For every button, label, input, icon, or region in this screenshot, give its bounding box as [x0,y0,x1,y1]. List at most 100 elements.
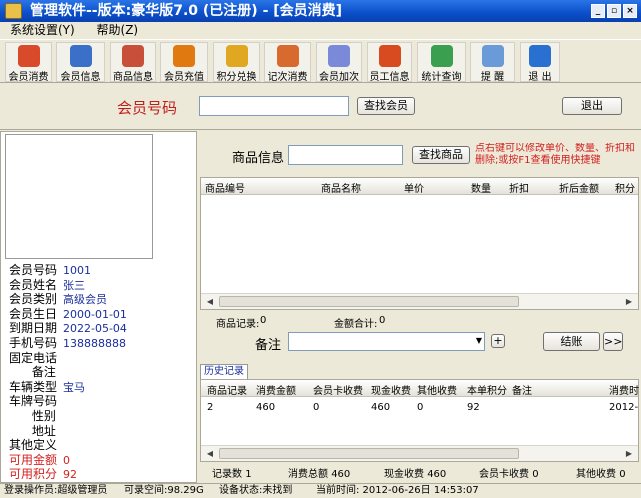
history-summary-item: 会员卡收费 0 [479,465,539,480]
history-col-header: 其他收费 [417,386,457,397]
scroll-thumb[interactable] [219,296,519,307]
history-col-header: 消费金额 [256,386,296,397]
consumption-panel: 商品信息 查找商品 点右键可以修改单价、数量、折扣和删除;或按F1查看使用快捷键… [198,131,641,483]
remark-select[interactable]: ▼ [288,332,485,351]
product-records-value: 0 [260,315,267,326]
table-cell: 92 [467,402,480,413]
minimize-button[interactable]: _ [591,4,605,18]
chart-icon [430,45,453,67]
scroll-thumb[interactable] [219,448,519,459]
status-time: 当前时间: 2012-06-26日 14:53:07 [316,485,479,496]
table-cell: 2012- [609,402,639,413]
exit-button[interactable]: 退出 [562,97,622,115]
toolbar-grid-button[interactable]: 商品信息 [110,42,156,83]
toolbar-label: 提 醒 [480,72,505,83]
toolbar: 会员消费 会员信息 商品信息 会员充值 积分兑换 记次消费 会员加次 员工信息 统计查询 提 醒 退… [0,39,641,83]
add-remark-button[interactable]: + [491,334,505,348]
product-col-header: 积分 [615,184,635,195]
toolbar-bell-button[interactable]: 提 醒 [470,42,515,83]
toolbar-label: 员工信息 [369,72,410,83]
chevron-down-icon[interactable]: ▼ [476,336,482,345]
table-cell: 0 [313,402,320,413]
product-grid-header: 商品编号 商品名称 单价 数量 折扣 折后金额 积分 [201,178,638,195]
product-grid[interactable]: 商品编号 商品名称 单价 数量 折扣 折后金额 积分 ◀ ▶ [200,177,639,310]
menu-system-settings[interactable]: 系统设置(Y) [10,23,75,37]
toolbar-people-button[interactable]: 会员信息 [56,42,105,83]
member-info-value: 92 [63,468,77,482]
more-button[interactable]: >> [603,332,623,351]
history-summary-item: 现金收费 460 [384,465,446,480]
checkout-button[interactable]: 结账 [543,332,600,351]
history-col-header: 本单积分 [467,386,507,397]
toolbar-pencil-button[interactable]: 会员加次 [316,42,362,83]
product-col-header: 数量 [471,184,491,195]
status-operator: 登录操作员:超级管理员 [4,485,108,496]
history-grid-header: 商品记录 消费金额 会员卡收费 现金收费 其他收费 本单积分 备注 消费时 [201,380,639,397]
member-info-row: 可用积分 92 [9,465,77,482]
history-col-header: 商品记录 [207,386,247,397]
toolbar-label: 商品信息 [113,72,153,83]
history-summary-key: 消费总额 [288,469,328,480]
history-col-header: 消费时 [609,386,639,397]
history-grid-hscrollbar[interactable]: ◀ ▶ [201,445,638,461]
tab-history[interactable]: 历史记录 [200,364,248,379]
window-title: 管理软件--版本:豪华版7.0 (已注册) - [会员消费] [30,3,343,19]
history-summary-item: 记录数 1 [212,465,252,480]
restore-button[interactable]: ▫ [607,4,621,18]
find-member-button[interactable]: 查找会员 [357,97,415,115]
product-col-header: 折扣 [509,184,529,195]
remark-label: 备注 [255,338,282,353]
history-summary-value: 1 [245,469,252,480]
title-bar: 管理软件--版本:豪华版7.0 (已注册) - [会员消费] _ ▫ × [0,0,641,22]
table-cell: 460 [256,402,276,413]
toolbar-chart-button[interactable]: 统计查询 [417,42,466,83]
toolbar-exit-button[interactable]: 退 出 [520,42,560,83]
history-summary-value: 460 [427,469,447,480]
product-col-header: 折后金额 [559,184,599,195]
table-cell: 0 [417,402,424,413]
toolbar-label: 会员加次 [319,72,359,83]
history-grid[interactable]: 商品记录 消费金额 会员卡收费 现金收费 其他收费 本单积分 备注 消费时 2 460 0 460 0… [200,379,639,462]
find-product-button[interactable]: 查找商品 [412,146,470,164]
toolbar-balloon-button[interactable]: 积分兑换 [213,42,260,83]
member-info-value: 138888888 [63,337,126,350]
toolbar-book-button[interactable]: 记次消费 [264,42,311,83]
product-grid-hscrollbar[interactable]: ◀ ▶ [201,293,638,309]
bell-icon [481,45,504,67]
member-number-input[interactable] [199,96,349,116]
toolbar-person-button[interactable]: 员工信息 [367,42,412,83]
history-summary-key: 现金收费 [384,469,424,480]
member-photo [5,134,153,259]
menu-help[interactable]: 帮助(Z) [97,23,139,37]
member-search-bar: 会员号码 查找会员 退出 [0,84,641,130]
toolbar-label: 会员信息 [60,72,101,83]
pencil-icon [328,45,350,67]
member-info-value: 宝马 [63,380,85,394]
scroll-right-icon[interactable]: ▶ [622,447,636,460]
history-summary-key: 其他收费 [576,469,616,480]
balloon-icon [225,45,248,67]
toolbar-label: 记次消费 [267,72,308,83]
toolbar-coin-button[interactable]: 会员充值 [160,42,208,83]
scroll-left-icon[interactable]: ◀ [203,295,217,308]
toolbar-label: 统计查询 [421,72,462,83]
scroll-right-icon[interactable]: ▶ [622,295,636,308]
coin-icon [173,45,195,67]
table-cell: 2 [207,402,214,413]
toolbar-label: 退 出 [528,72,552,83]
product-input[interactable] [288,145,403,165]
history-summary-value: 0 [532,469,539,480]
close-button[interactable]: × [623,4,637,18]
history-summary-item: 消费总额 460 [288,465,350,480]
member-info-key: 可用积分 [9,467,58,482]
toolbar-gift-button[interactable]: 会员消费 [5,42,52,83]
amount-total-value: 0 [379,315,386,326]
history-summary-key: 会员卡收费 [479,469,529,480]
table-cell: 460 [371,402,391,413]
people-icon [69,45,92,67]
product-col-header: 单价 [404,184,424,195]
table-row[interactable]: 2 460 0 460 0 92 2012- [201,400,638,416]
scroll-left-icon[interactable]: ◀ [203,447,217,460]
menu-bar: 系统设置(Y) 帮助(Z) [0,22,641,39]
history-summary-value: 460 [331,469,351,480]
